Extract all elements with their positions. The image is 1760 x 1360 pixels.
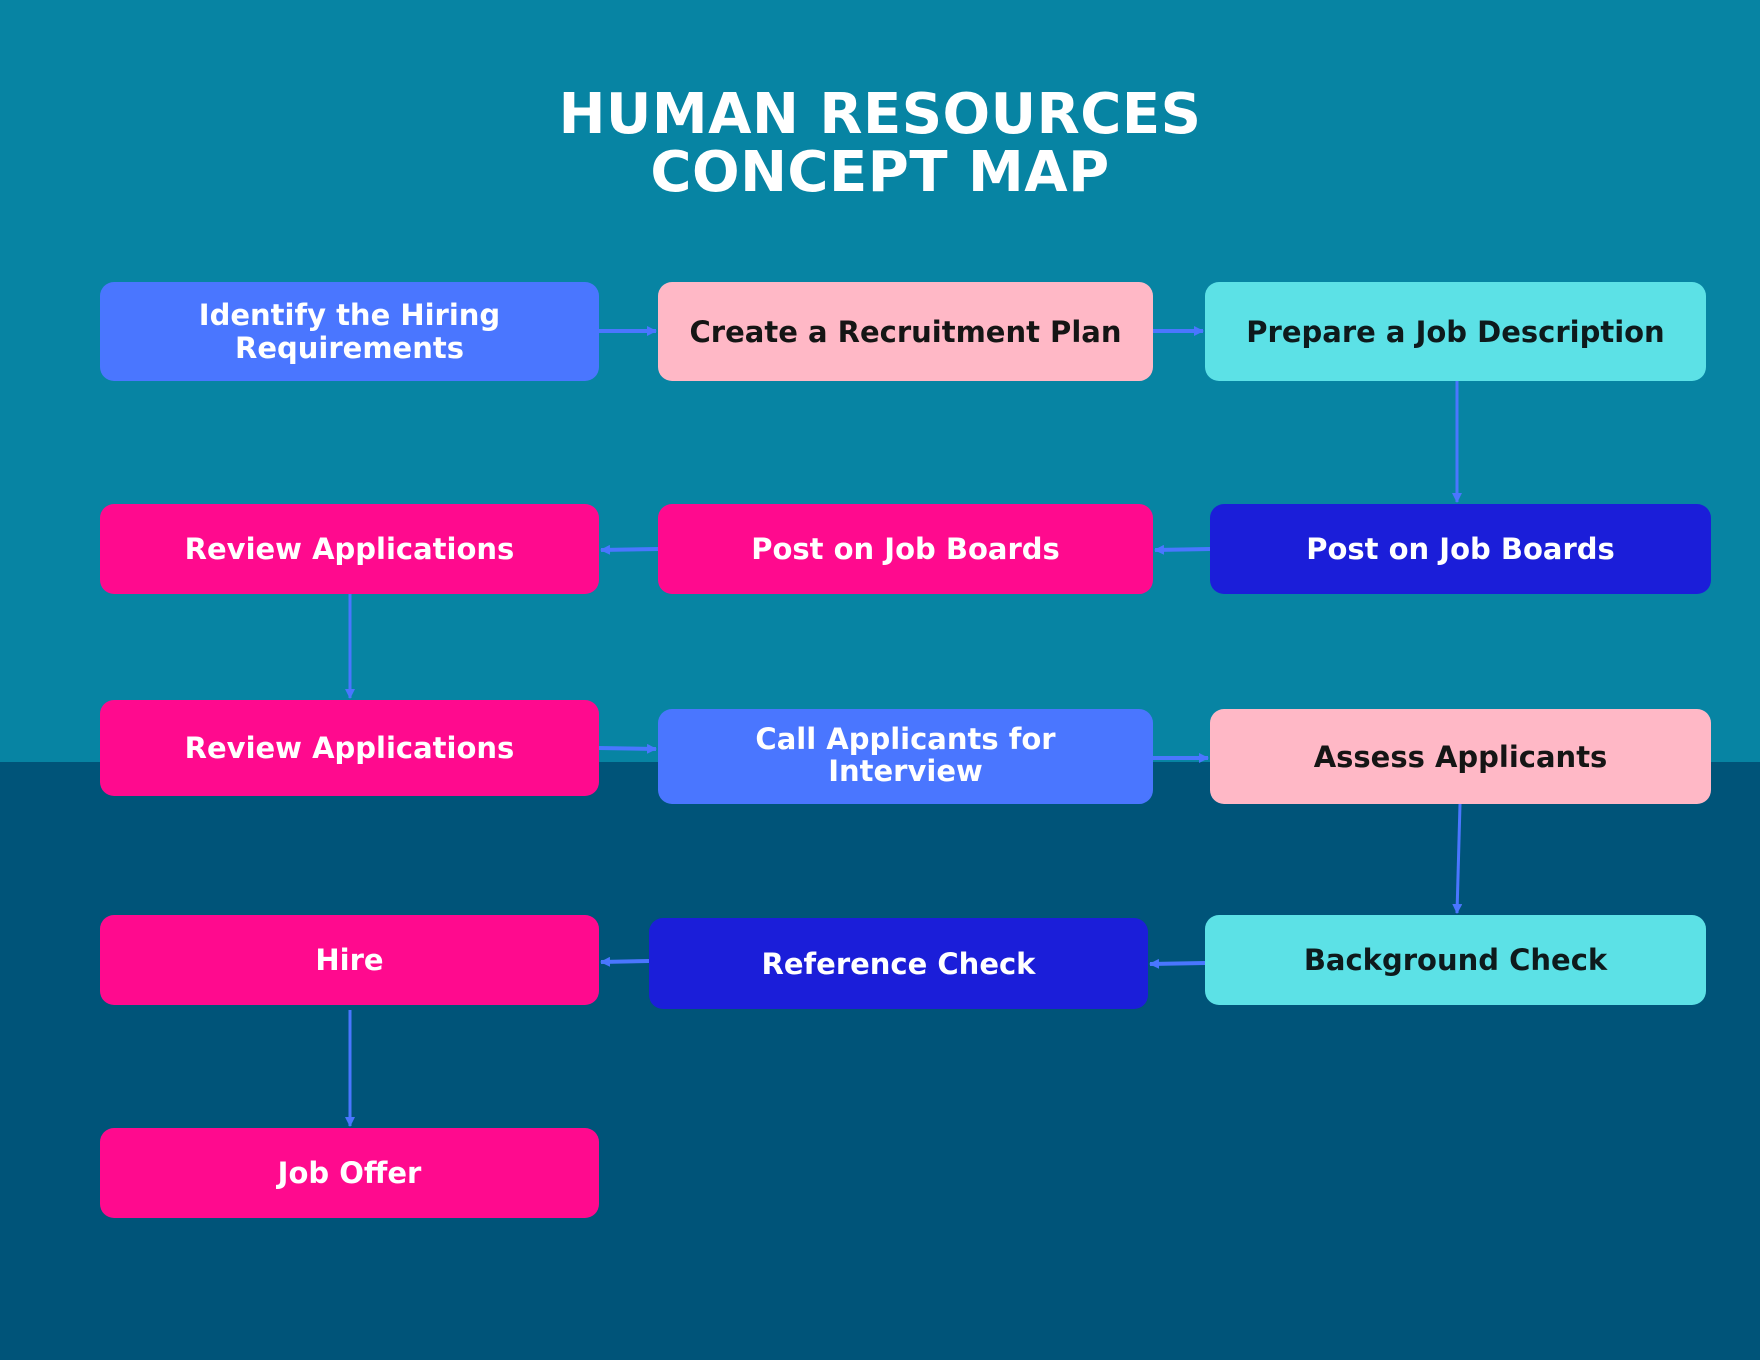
node-create-recruitment-plan[interactable]: Create a Recruitment Plan [658,282,1153,381]
node-reference-check[interactable]: Reference Check [649,918,1148,1009]
node-post-on-job-boards-navy[interactable]: Post on Job Boards [1210,504,1711,594]
node-call-applicants-for-interview[interactable]: Call Applicants for Interview [658,709,1153,804]
node-hire[interactable]: Hire [100,915,599,1005]
edge-reference-to-hire [600,956,650,967]
edge-review-2-to-call [598,743,657,754]
node-review-applications-1[interactable]: Review Applications [100,504,599,594]
node-prepare-job-description[interactable]: Prepare a Job Description [1205,282,1706,381]
node-label: Identify the Hiring Requirements [198,297,501,365]
node-label: Hire [315,943,384,977]
node-label: Job Offer [277,1156,422,1190]
node-label: Create a Recruitment Plan [689,314,1122,349]
node-label: Post on Job Boards [1306,532,1615,566]
edge-assess-to-background [1452,803,1463,914]
node-label: Review Applications [184,532,515,566]
node-label: Call Applicants for Interview [755,722,1056,788]
node-label: Assess Applicants [1313,739,1608,774]
edge-post-pink-to-review-1 [600,544,659,555]
node-label: Post on Job Boards [751,532,1060,566]
edge-post-navy-to-post-pink [1154,544,1211,555]
node-job-offer[interactable]: Job Offer [100,1128,599,1218]
node-label: Prepare a Job Description [1246,314,1665,349]
edge-background-to-reference [1149,958,1206,969]
node-label: Review Applications [184,731,515,765]
node-identify-hiring-requirements[interactable]: Identify the Hiring Requirements [100,282,599,381]
node-review-applications-2[interactable]: Review Applications [100,700,599,796]
node-label: Reference Check [761,946,1036,981]
node-post-on-job-boards-pink[interactable]: Post on Job Boards [658,504,1153,594]
node-label: Background Check [1303,943,1608,977]
node-background-check[interactable]: Background Check [1205,915,1706,1005]
node-assess-applicants[interactable]: Assess Applicants [1210,709,1711,804]
